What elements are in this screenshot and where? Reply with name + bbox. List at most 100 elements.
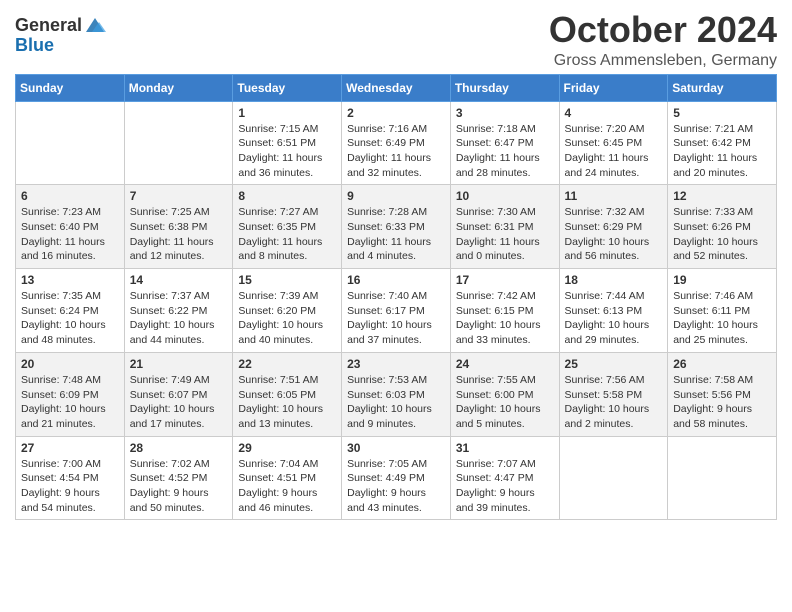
calendar-table: SundayMondayTuesdayWednesdayThursdayFrid… [15, 74, 777, 521]
day-cell-1-4: 2 Sunrise: 7:16 AM Sunset: 6:49 PM Daylig… [342, 101, 451, 185]
day-number: 29 [238, 441, 336, 455]
day-info: Sunrise: 7:16 AM Sunset: 6:49 PM Dayligh… [347, 122, 445, 181]
week-row-1: 1 Sunrise: 7:15 AM Sunset: 6:51 PM Daylig… [16, 101, 777, 185]
day-info: Sunrise: 7:20 AM Sunset: 6:45 PM Dayligh… [565, 122, 663, 181]
day-number: 20 [21, 357, 119, 371]
day-cell-3-7: 19 Sunrise: 7:46 AM Sunset: 6:11 PM Dayli… [668, 269, 777, 353]
day-header-monday: Monday [124, 74, 233, 101]
day-cell-3-3: 15 Sunrise: 7:39 AM Sunset: 6:20 PM Dayli… [233, 269, 342, 353]
header-row: General Blue October 2024 Gross Ammensle… [15, 10, 777, 70]
day-cell-5-7 [668, 436, 777, 520]
day-header-friday: Friday [559, 74, 668, 101]
day-number: 10 [456, 189, 554, 203]
day-number: 7 [130, 189, 228, 203]
day-cell-5-1: 27 Sunrise: 7:00 AM Sunset: 4:54 PM Dayli… [16, 436, 125, 520]
day-info: Sunrise: 7:15 AM Sunset: 6:51 PM Dayligh… [238, 122, 336, 181]
day-cell-1-5: 3 Sunrise: 7:18 AM Sunset: 6:47 PM Daylig… [450, 101, 559, 185]
day-cell-3-2: 14 Sunrise: 7:37 AM Sunset: 6:22 PM Dayli… [124, 269, 233, 353]
day-info: Sunrise: 7:04 AM Sunset: 4:51 PM Dayligh… [238, 457, 336, 516]
day-cell-5-5: 31Sunrise: 7:07 AM Sunset: 4:47 PM Dayli… [450, 436, 559, 520]
day-header-saturday: Saturday [668, 74, 777, 101]
day-cell-2-7: 12 Sunrise: 7:33 AM Sunset: 6:26 PM Dayli… [668, 185, 777, 269]
day-info: Sunrise: 7:02 AM Sunset: 4:52 PM Dayligh… [130, 457, 228, 516]
day-info: Sunrise: 7:42 AM Sunset: 6:15 PM Dayligh… [456, 289, 554, 348]
day-info: Sunrise: 7:37 AM Sunset: 6:22 PM Dayligh… [130, 289, 228, 348]
day-info: Sunrise: 7:33 AM Sunset: 6:26 PM Dayligh… [673, 205, 771, 264]
day-cell-5-6 [559, 436, 668, 520]
day-info: Sunrise: 7:00 AM Sunset: 4:54 PM Dayligh… [21, 457, 119, 516]
day-number: 12 [673, 189, 771, 203]
day-info: Sunrise: 7:51 AM Sunset: 6:05 PM Dayligh… [238, 373, 336, 432]
day-cell-3-5: 17Sunrise: 7:42 AM Sunset: 6:15 PM Dayli… [450, 269, 559, 353]
day-info: Sunrise: 7:23 AM Sunset: 6:40 PM Dayligh… [21, 205, 119, 264]
day-cell-1-2 [124, 101, 233, 185]
day-cell-4-6: 25Sunrise: 7:56 AM Sunset: 5:58 PM Dayli… [559, 352, 668, 436]
week-row-5: 27 Sunrise: 7:00 AM Sunset: 4:54 PM Dayli… [16, 436, 777, 520]
day-cell-3-4: 16Sunrise: 7:40 AM Sunset: 6:17 PM Dayli… [342, 269, 451, 353]
day-cell-4-7: 26 Sunrise: 7:58 AM Sunset: 5:56 PM Dayli… [668, 352, 777, 436]
week-row-3: 13 Sunrise: 7:35 AM Sunset: 6:24 PM Dayli… [16, 269, 777, 353]
day-info: Sunrise: 7:05 AM Sunset: 4:49 PM Dayligh… [347, 457, 445, 516]
day-info: Sunrise: 7:48 AM Sunset: 6:09 PM Dayligh… [21, 373, 119, 432]
day-number: 27 [21, 441, 119, 455]
day-cell-3-6: 18Sunrise: 7:44 AM Sunset: 6:13 PM Dayli… [559, 269, 668, 353]
day-number: 30 [347, 441, 445, 455]
day-number: 16 [347, 273, 445, 287]
day-cell-2-3: 8Sunrise: 7:27 AM Sunset: 6:35 PM Daylig… [233, 185, 342, 269]
day-cell-5-2: 28 Sunrise: 7:02 AM Sunset: 4:52 PM Dayli… [124, 436, 233, 520]
day-cell-2-5: 10 Sunrise: 7:30 AM Sunset: 6:31 PM Dayli… [450, 185, 559, 269]
day-cell-4-5: 24Sunrise: 7:55 AM Sunset: 6:00 PM Dayli… [450, 352, 559, 436]
day-info: Sunrise: 7:18 AM Sunset: 6:47 PM Dayligh… [456, 122, 554, 181]
day-cell-2-2: 7 Sunrise: 7:25 AM Sunset: 6:38 PM Daylig… [124, 185, 233, 269]
day-cell-4-4: 23Sunrise: 7:53 AM Sunset: 6:03 PM Dayli… [342, 352, 451, 436]
day-info: Sunrise: 7:44 AM Sunset: 6:13 PM Dayligh… [565, 289, 663, 348]
day-cell-4-3: 22 Sunrise: 7:51 AM Sunset: 6:05 PM Dayli… [233, 352, 342, 436]
day-number: 2 [347, 106, 445, 120]
day-number: 13 [21, 273, 119, 287]
logo-icon [84, 14, 106, 36]
day-info: Sunrise: 7:25 AM Sunset: 6:38 PM Dayligh… [130, 205, 228, 264]
logo: General Blue [15, 16, 106, 56]
day-number: 5 [673, 106, 771, 120]
header-row-days: SundayMondayTuesdayWednesdayThursdayFrid… [16, 74, 777, 101]
day-cell-2-1: 6 Sunrise: 7:23 AM Sunset: 6:40 PM Daylig… [16, 185, 125, 269]
day-cell-1-1 [16, 101, 125, 185]
day-number: 23 [347, 357, 445, 371]
day-number: 28 [130, 441, 228, 455]
day-info: Sunrise: 7:58 AM Sunset: 5:56 PM Dayligh… [673, 373, 771, 432]
week-row-4: 20 Sunrise: 7:48 AM Sunset: 6:09 PM Dayli… [16, 352, 777, 436]
day-info: Sunrise: 7:39 AM Sunset: 6:20 PM Dayligh… [238, 289, 336, 348]
day-cell-3-1: 13 Sunrise: 7:35 AM Sunset: 6:24 PM Dayli… [16, 269, 125, 353]
day-number: 14 [130, 273, 228, 287]
day-cell-4-1: 20 Sunrise: 7:48 AM Sunset: 6:09 PM Dayli… [16, 352, 125, 436]
day-number: 22 [238, 357, 336, 371]
day-cell-4-2: 21Sunrise: 7:49 AM Sunset: 6:07 PM Dayli… [124, 352, 233, 436]
day-number: 26 [673, 357, 771, 371]
day-number: 15 [238, 273, 336, 287]
logo-general: General [15, 16, 82, 36]
day-number: 6 [21, 189, 119, 203]
day-number: 24 [456, 357, 554, 371]
day-number: 1 [238, 106, 336, 120]
day-info: Sunrise: 7:35 AM Sunset: 6:24 PM Dayligh… [21, 289, 119, 348]
day-cell-5-4: 30 Sunrise: 7:05 AM Sunset: 4:49 PM Dayli… [342, 436, 451, 520]
day-cell-5-3: 29 Sunrise: 7:04 AM Sunset: 4:51 PM Dayli… [233, 436, 342, 520]
day-number: 19 [673, 273, 771, 287]
day-header-tuesday: Tuesday [233, 74, 342, 101]
day-cell-2-4: 9Sunrise: 7:28 AM Sunset: 6:33 PM Daylig… [342, 185, 451, 269]
day-cell-1-7: 5 Sunrise: 7:21 AM Sunset: 6:42 PM Daylig… [668, 101, 777, 185]
day-cell-1-6: 4 Sunrise: 7:20 AM Sunset: 6:45 PM Daylig… [559, 101, 668, 185]
calendar-container: General Blue October 2024 Gross Ammensle… [0, 0, 792, 535]
day-info: Sunrise: 7:30 AM Sunset: 6:31 PM Dayligh… [456, 205, 554, 264]
day-header-sunday: Sunday [16, 74, 125, 101]
day-number: 21 [130, 357, 228, 371]
day-number: 8 [238, 189, 336, 203]
day-info: Sunrise: 7:32 AM Sunset: 6:29 PM Dayligh… [565, 205, 663, 264]
day-info: Sunrise: 7:21 AM Sunset: 6:42 PM Dayligh… [673, 122, 771, 181]
week-row-2: 6 Sunrise: 7:23 AM Sunset: 6:40 PM Daylig… [16, 185, 777, 269]
day-number: 4 [565, 106, 663, 120]
day-cell-2-6: 11Sunrise: 7:32 AM Sunset: 6:29 PM Dayli… [559, 185, 668, 269]
day-info: Sunrise: 7:46 AM Sunset: 6:11 PM Dayligh… [673, 289, 771, 348]
day-number: 3 [456, 106, 554, 120]
location-title: Gross Ammensleben, Germany [549, 52, 777, 70]
